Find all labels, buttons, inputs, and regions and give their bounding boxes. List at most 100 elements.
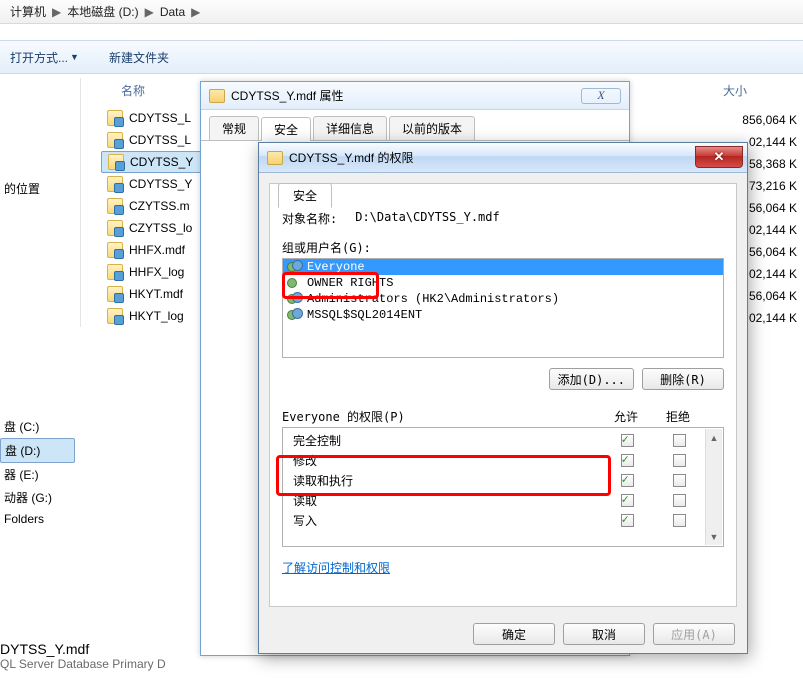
file-name: CZYTSS.m <box>129 199 190 213</box>
breadcrumb[interactable]: 计算机 ▶ 本地磁盘 (D:) ▶ Data ▶ <box>0 0 803 24</box>
cancel-button[interactable]: 取消 <box>563 623 645 645</box>
chevron-right-icon: ▶ <box>191 5 200 19</box>
file-name: CDYTSS_Y <box>130 155 193 169</box>
nav-item[interactable]: Folders <box>0 509 75 529</box>
nav-item[interactable]: 盘 (D:) <box>0 438 75 463</box>
close-button[interactable]: X <box>581 88 621 104</box>
tab-general[interactable]: 常规 <box>209 116 259 140</box>
dialog-title: CDYTSS_Y.mdf 的权限 <box>289 149 413 166</box>
file-name: CDYTSS_L <box>129 111 191 125</box>
nav-item[interactable]: 的位置 <box>4 180 40 197</box>
user-row[interactable]: MSSQL$SQL2014ENT <box>283 307 723 323</box>
breadcrumb-item[interactable]: Data <box>160 5 185 19</box>
database-file-icon <box>107 308 123 324</box>
user-name: OWNER RIGHTS <box>307 276 393 290</box>
allow-checkbox[interactable] <box>621 434 634 447</box>
file-name: CDYTSS_L <box>129 133 191 147</box>
permission-row: 修改 <box>283 450 723 470</box>
users-icon <box>287 292 303 306</box>
user-name: Administrators (HK2\Administrators) <box>307 292 559 306</box>
database-file-icon <box>108 154 124 170</box>
remove-button[interactable]: 删除(R) <box>642 368 724 390</box>
tabs: 常规 安全 详细信息 以前的版本 <box>201 110 629 141</box>
column-header-size[interactable]: 大小 <box>713 78 803 107</box>
permissions-grid[interactable]: 完全控制修改读取和执行读取写入 ▲ ▼ <box>282 427 724 547</box>
allow-checkbox[interactable] <box>621 494 634 507</box>
permission-name: 写入 <box>287 512 601 529</box>
file-size: 856,064 K <box>713 107 803 129</box>
breadcrumb-item[interactable]: 计算机 <box>10 3 46 20</box>
file-name: HKYT_log <box>129 309 184 323</box>
preview-pane: DYTSS_Y.mdf QL Server Database Primary D <box>0 641 166 671</box>
users-icon <box>287 308 303 322</box>
permission-row: 读取 <box>283 490 723 510</box>
allow-checkbox[interactable] <box>621 514 634 527</box>
nav-item[interactable]: 器 (E:) <box>0 463 75 486</box>
scroll-up-icon[interactable]: ▲ <box>706 429 722 446</box>
database-file-icon <box>107 264 123 280</box>
dialog-body: 安全 对象名称: D:\Data\CDYTSS_Y.mdf 组或用户名(G): … <box>269 183 737 607</box>
deny-checkbox[interactable] <box>673 494 686 507</box>
chevron-right-icon: ▶ <box>145 5 154 19</box>
file-name: HKYT.mdf <box>129 287 183 301</box>
file-name: CDYTSS_Y <box>129 177 192 191</box>
ok-button[interactable]: 确定 <box>473 623 555 645</box>
tab-previous-versions[interactable]: 以前的版本 <box>389 116 475 140</box>
allow-header: 允许 <box>600 408 652 425</box>
new-folder-label: 新建文件夹 <box>109 49 169 66</box>
breadcrumb-item[interactable]: 本地磁盘 (D:) <box>67 3 138 20</box>
database-file-icon <box>107 110 123 126</box>
nav-tree[interactable]: 盘 (C:) 盘 (D:) 器 (E:) 动器 (G:) Folders <box>0 415 75 529</box>
apply-button[interactable]: 应用(A) <box>653 623 735 645</box>
database-file-icon <box>107 198 123 214</box>
group-users-label: 组或用户名(G): <box>282 239 724 256</box>
nav-item[interactable]: 盘 (C:) <box>0 415 75 438</box>
scrollbar[interactable]: ▲ ▼ <box>705 429 722 545</box>
open-with-label: 打开方式... <box>10 49 68 66</box>
permission-name: 读取和执行 <box>287 472 601 489</box>
object-name-label: 对象名称: <box>282 210 337 227</box>
close-button[interactable]: ✕ <box>695 146 743 168</box>
permissions-dialog: CDYTSS_Y.mdf 的权限 ✕ 安全 对象名称: D:\Data\CDYT… <box>258 142 748 654</box>
learn-link[interactable]: 了解访问控制和权限 <box>282 559 390 576</box>
user-name: MSSQL$SQL2014ENT <box>307 308 422 322</box>
object-path: D:\Data\CDYTSS_Y.mdf <box>355 210 500 227</box>
tab-security[interactable]: 安全 <box>261 117 311 141</box>
database-file-icon <box>107 220 123 236</box>
file-name: HHFX.mdf <box>129 243 185 257</box>
user-row[interactable]: OWNER RIGHTS <box>283 275 723 291</box>
file-name: HHFX_log <box>129 265 184 279</box>
permission-row: 完全控制 <box>283 430 723 450</box>
open-with-button[interactable]: 打开方式... ▼ <box>10 49 79 66</box>
users-icon <box>287 276 303 290</box>
permission-name: 读取 <box>287 492 601 509</box>
deny-checkbox[interactable] <box>673 434 686 447</box>
chevron-right-icon: ▶ <box>52 5 61 19</box>
folder-icon <box>209 89 225 103</box>
allow-checkbox[interactable] <box>621 474 634 487</box>
permission-row: 读取和执行 <box>283 470 723 490</box>
tab-security[interactable]: 安全 <box>278 183 332 208</box>
database-file-icon <box>107 132 123 148</box>
user-row[interactable]: Administrators (HK2\Administrators) <box>283 291 723 307</box>
close-icon: ✕ <box>714 149 725 165</box>
user-list[interactable]: Everyone OWNER RIGHTS Administrators (HK2\… <box>282 258 724 358</box>
permission-name: 修改 <box>287 452 601 469</box>
allow-checkbox[interactable] <box>621 454 634 467</box>
user-row[interactable]: Everyone <box>283 259 723 275</box>
scroll-down-icon[interactable]: ▼ <box>706 528 722 545</box>
nav-item[interactable]: 动器 (G:) <box>0 486 75 509</box>
window-titlebar[interactable]: CDYTSS_Y.mdf 属性 X <box>201 82 629 110</box>
dialog-titlebar[interactable]: CDYTSS_Y.mdf 的权限 ✕ <box>259 143 747 173</box>
deny-checkbox[interactable] <box>673 454 686 467</box>
database-file-icon <box>107 176 123 192</box>
permissions-for-label: Everyone 的权限(P) <box>282 408 600 425</box>
user-name: Everyone <box>307 260 365 274</box>
new-folder-button[interactable]: 新建文件夹 <box>109 49 169 66</box>
folder-icon <box>267 151 283 165</box>
deny-checkbox[interactable] <box>673 514 686 527</box>
add-button[interactable]: 添加(D)... <box>549 368 634 390</box>
deny-checkbox[interactable] <box>673 474 686 487</box>
file-name: CZYTSS_lo <box>129 221 192 235</box>
tab-details[interactable]: 详细信息 <box>313 116 387 140</box>
